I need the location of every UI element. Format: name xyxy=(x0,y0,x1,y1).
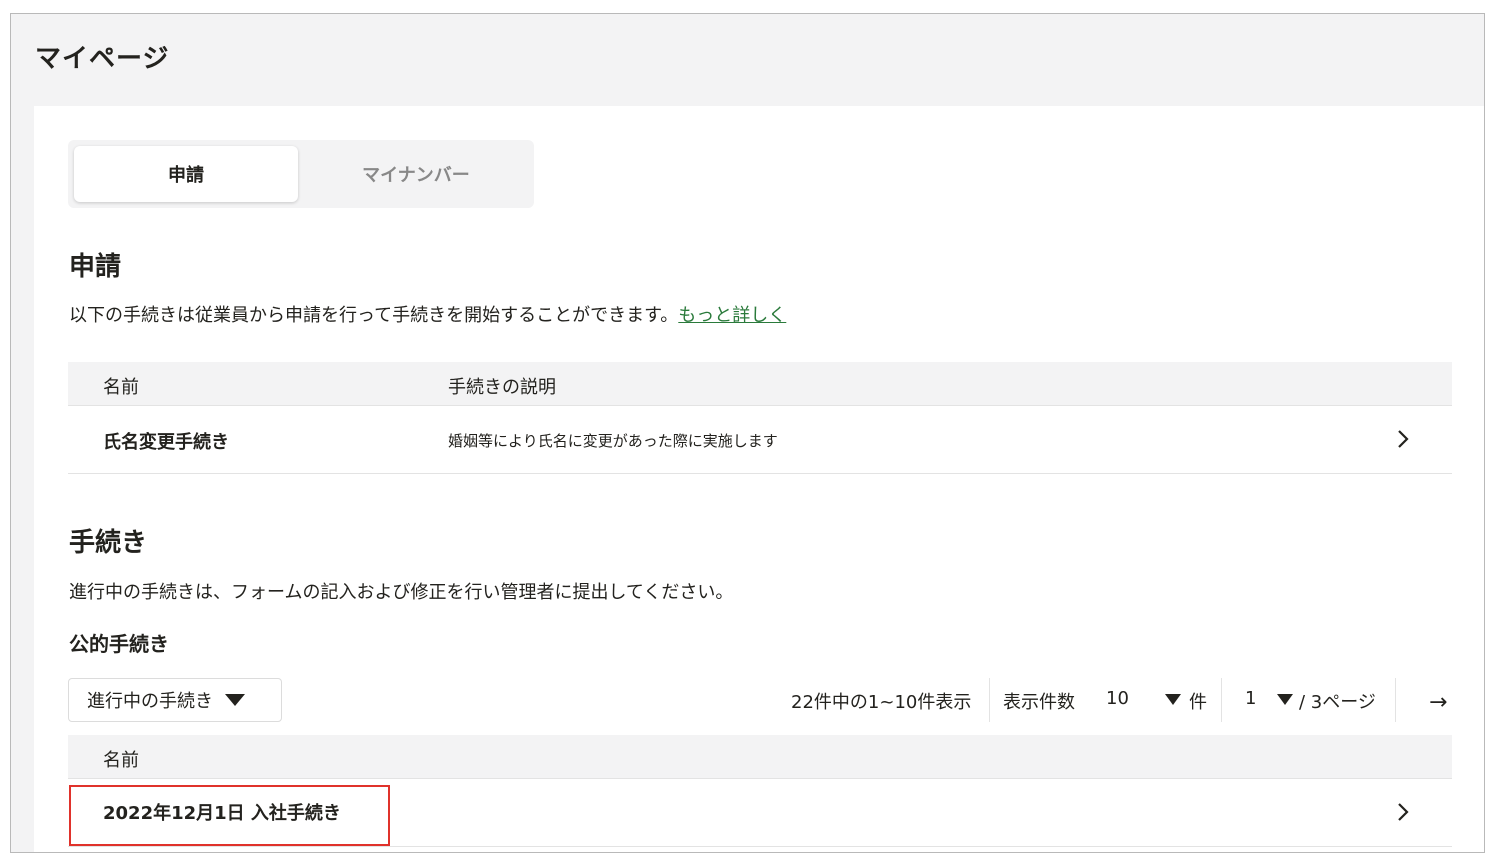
pagination-summary: 22件中の1~10件表示 xyxy=(791,692,972,713)
tab-bar: 申請 マイナンバー xyxy=(68,140,534,208)
status-filter-dropdown[interactable]: 進行中の手続き xyxy=(68,678,282,722)
main-card: 申請 マイナンバー 申請 以下の手続きは従業員から申請を行って手続きを開始するこ… xyxy=(34,106,1484,852)
chevron-right-icon xyxy=(1398,803,1409,821)
divider xyxy=(1221,678,1222,722)
row-detail: 婚姻等により氏名に変更があった際に実施します xyxy=(448,432,778,450)
window-frame: マイページ 申請 マイナンバー 申請 以下の手続きは従業員から申請を行って手続き… xyxy=(10,13,1485,853)
page-caret-icon[interactable] xyxy=(1277,694,1293,705)
per-page-label: 表示件数 xyxy=(1003,692,1075,713)
divider xyxy=(1395,678,1396,722)
arrow-right-icon[interactable]: → xyxy=(1429,690,1447,715)
divider xyxy=(989,678,990,722)
page-title: マイページ xyxy=(35,44,170,74)
column-name: 名前 xyxy=(103,377,139,398)
application-description: 以下の手続きは従業員から申請を行って手続きを開始することができます。もっと詳しく xyxy=(69,301,786,327)
status-filter-value: 進行中の手続き xyxy=(87,691,213,712)
application-heading: 申請 xyxy=(69,252,122,282)
application-description-text: 以下の手続きは従業員から申請を行って手続きを開始することができます。 xyxy=(69,305,679,326)
caret-down-icon xyxy=(225,694,245,706)
tab-application[interactable]: 申請 xyxy=(74,146,298,202)
application-table-header: 名前 手続きの説明 xyxy=(68,362,1452,406)
procedures-heading: 手続き xyxy=(69,528,148,558)
procedures-table-header: 名前 xyxy=(68,735,1452,779)
pagination: 22件中の1~10件表示 表示件数 10 件 1 / 3ページ → xyxy=(791,678,1453,722)
row-name: 2022年12月1日 入社手続き xyxy=(103,803,341,824)
row-name: 氏名変更手続き xyxy=(103,432,229,453)
more-details-link[interactable]: もっと詳しく xyxy=(678,305,786,326)
column-description: 手続きの説明 xyxy=(448,377,556,398)
column-name: 名前 xyxy=(103,750,139,771)
public-procedures-heading: 公的手続き xyxy=(69,632,169,656)
table-row[interactable]: 2022年12月1日 入社手続き xyxy=(68,779,1452,847)
per-page-caret-icon[interactable] xyxy=(1165,694,1181,705)
procedures-description: 進行中の手続きは、フォームの記入および修正を行い管理者に提出してください。 xyxy=(69,582,734,603)
total-pages: / 3ページ xyxy=(1299,692,1376,713)
per-page-select[interactable]: 10 xyxy=(1106,688,1129,709)
chevron-right-icon xyxy=(1398,430,1409,448)
table-row[interactable]: 氏名変更手続き 婚姻等により氏名に変更があった際に実施します xyxy=(68,406,1452,474)
per-page-unit: 件 xyxy=(1189,692,1207,713)
page-select[interactable]: 1 xyxy=(1245,688,1256,709)
tab-my-number[interactable]: マイナンバー xyxy=(304,146,528,202)
